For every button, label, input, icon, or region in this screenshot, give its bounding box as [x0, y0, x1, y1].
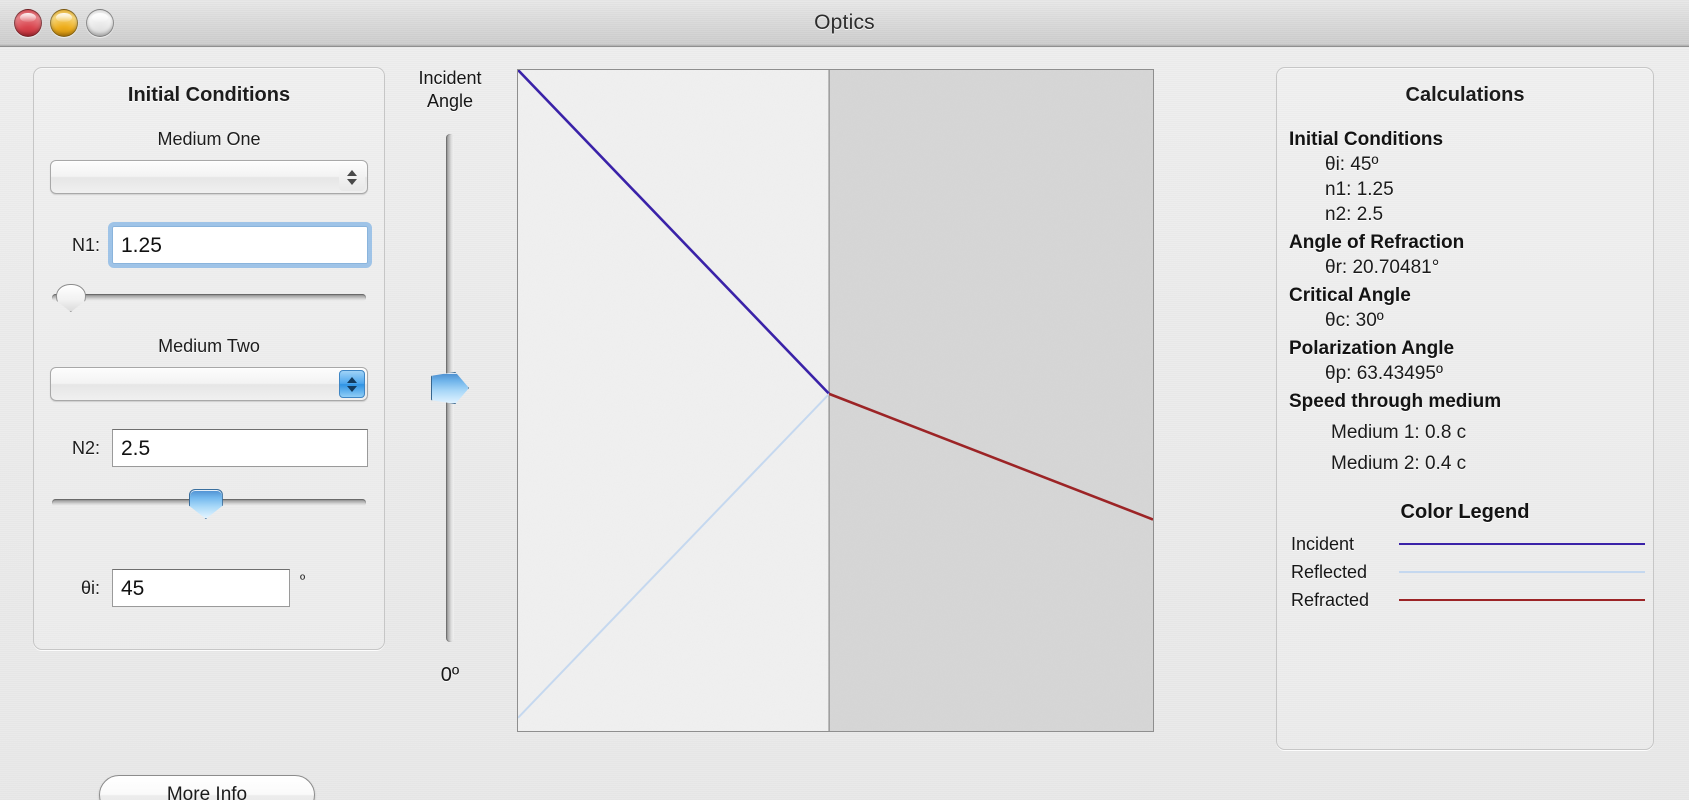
window-content: Initial Conditions Medium One N1: 1.25 M… [0, 47, 1689, 800]
legend-item: Reflected [1277, 558, 1653, 586]
n2-input[interactable]: 2.5 [112, 429, 368, 467]
n1-value: 1.25 [121, 233, 162, 257]
initial-conditions-title: Initial Conditions [127, 84, 291, 106]
more-info-label: More Info [166, 784, 248, 800]
medium-two-stepper-icon[interactable] [339, 370, 365, 398]
calc-section-heading: Initial Conditions [1289, 129, 1444, 150]
chevron-up-icon [347, 169, 357, 176]
window-controls [14, 9, 114, 37]
medium-one-label: Medium One [157, 129, 261, 149]
legend-item: Refracted [1277, 586, 1653, 614]
initial-conditions-panel: Initial Conditions Medium One N1: 1.25 M… [33, 67, 385, 650]
theta-i-value: 45 [121, 576, 145, 600]
n2-slider[interactable] [52, 487, 366, 519]
medium-two-value [51, 368, 367, 374]
color-legend-title: Color Legend [1400, 501, 1530, 523]
calculations-title: Calculations [1405, 84, 1525, 106]
n1-slider[interactable] [52, 282, 366, 312]
incident-angle-slider[interactable] [430, 134, 470, 642]
medium-one-select[interactable] [50, 160, 368, 194]
calc-value: Medium 2: 0.4 c [1331, 453, 1467, 474]
calc-value: θi: 45º [1325, 154, 1379, 175]
legend-item-label: Refracted [1291, 589, 1370, 610]
incident-angle-caption-line1: Incident [418, 68, 482, 88]
chevron-up-icon [347, 376, 357, 383]
n2-value: 2.5 [121, 436, 151, 460]
optics-window: Optics Initial Conditions Medium One N1:… [0, 0, 1689, 800]
legend-item-swatch [1399, 543, 1645, 545]
n2-label: N2: [71, 437, 100, 458]
theta-i-unit: º [300, 571, 306, 587]
medium-one-value [51, 161, 367, 167]
calc-section-heading: Angle of Refraction [1289, 232, 1465, 253]
color-legend-body: Incident Reflected Refracted [1277, 530, 1653, 614]
legend-item-swatch [1399, 571, 1645, 573]
calculations-panel: Calculations Initial Conditions θi: 45º n1… [1276, 67, 1654, 750]
theta-i-input[interactable]: 45 [112, 569, 290, 607]
calc-value: n2: 2.5 [1325, 204, 1384, 225]
legend-item-swatch [1399, 599, 1645, 601]
calc-value: n1: 1.25 [1325, 179, 1394, 200]
window-title: Optics [814, 11, 875, 34]
n1-input[interactable]: 1.25 [108, 222, 372, 268]
theta-i-label: θi: [80, 577, 100, 598]
close-button-icon[interactable] [14, 9, 42, 37]
legend-item-label: Reflected [1291, 561, 1368, 582]
medium-region [829, 70, 1153, 731]
medium-two-select[interactable] [50, 367, 368, 401]
optics-diagram-svg [518, 70, 1153, 731]
n1-label: N1: [71, 234, 100, 255]
medium-two-label: Medium Two [158, 336, 260, 356]
incident-angle-caption: Incident Angle [418, 67, 481, 112]
medium-one-stepper-icon[interactable] [339, 163, 365, 191]
calculations-body: Initial Conditions θi: 45º n1: 1.25 n2: 2.5… [1277, 107, 1653, 475]
calc-section-heading: Speed through medium [1289, 391, 1502, 412]
calc-value: Medium 1: 0.8 c [1331, 422, 1467, 443]
calc-value: θr: 20.70481° [1325, 257, 1440, 278]
incident-angle-slider-thumb[interactable] [431, 372, 469, 404]
medium-region [518, 70, 830, 731]
incident-angle-min-label: 0º [440, 664, 460, 686]
n1-slider-track [52, 294, 366, 301]
window-titlebar: Optics [0, 0, 1689, 47]
legend-item-label: Incident [1291, 533, 1355, 554]
calc-section-heading: Polarization Angle [1289, 338, 1455, 359]
more-info-button[interactable]: More Info [99, 775, 315, 800]
calc-section-heading: Critical Angle [1289, 285, 1411, 306]
n2-slider-thumb[interactable] [188, 489, 223, 519]
chevron-down-icon [347, 385, 357, 392]
calc-value: θp: 63.43495º [1325, 363, 1443, 384]
zoom-button-icon[interactable] [86, 9, 114, 37]
minimize-button-icon[interactable] [50, 9, 78, 37]
incident-angle-caption-line2: Angle [426, 90, 474, 111]
optics-diagram[interactable] [517, 69, 1154, 732]
incident-angle-slider-group: Incident Angle 0º [400, 67, 500, 787]
n1-slider-thumb[interactable] [55, 284, 86, 312]
chevron-down-icon [347, 178, 357, 185]
legend-item: Incident [1277, 530, 1653, 558]
calc-value: θc: 30º [1325, 310, 1384, 331]
